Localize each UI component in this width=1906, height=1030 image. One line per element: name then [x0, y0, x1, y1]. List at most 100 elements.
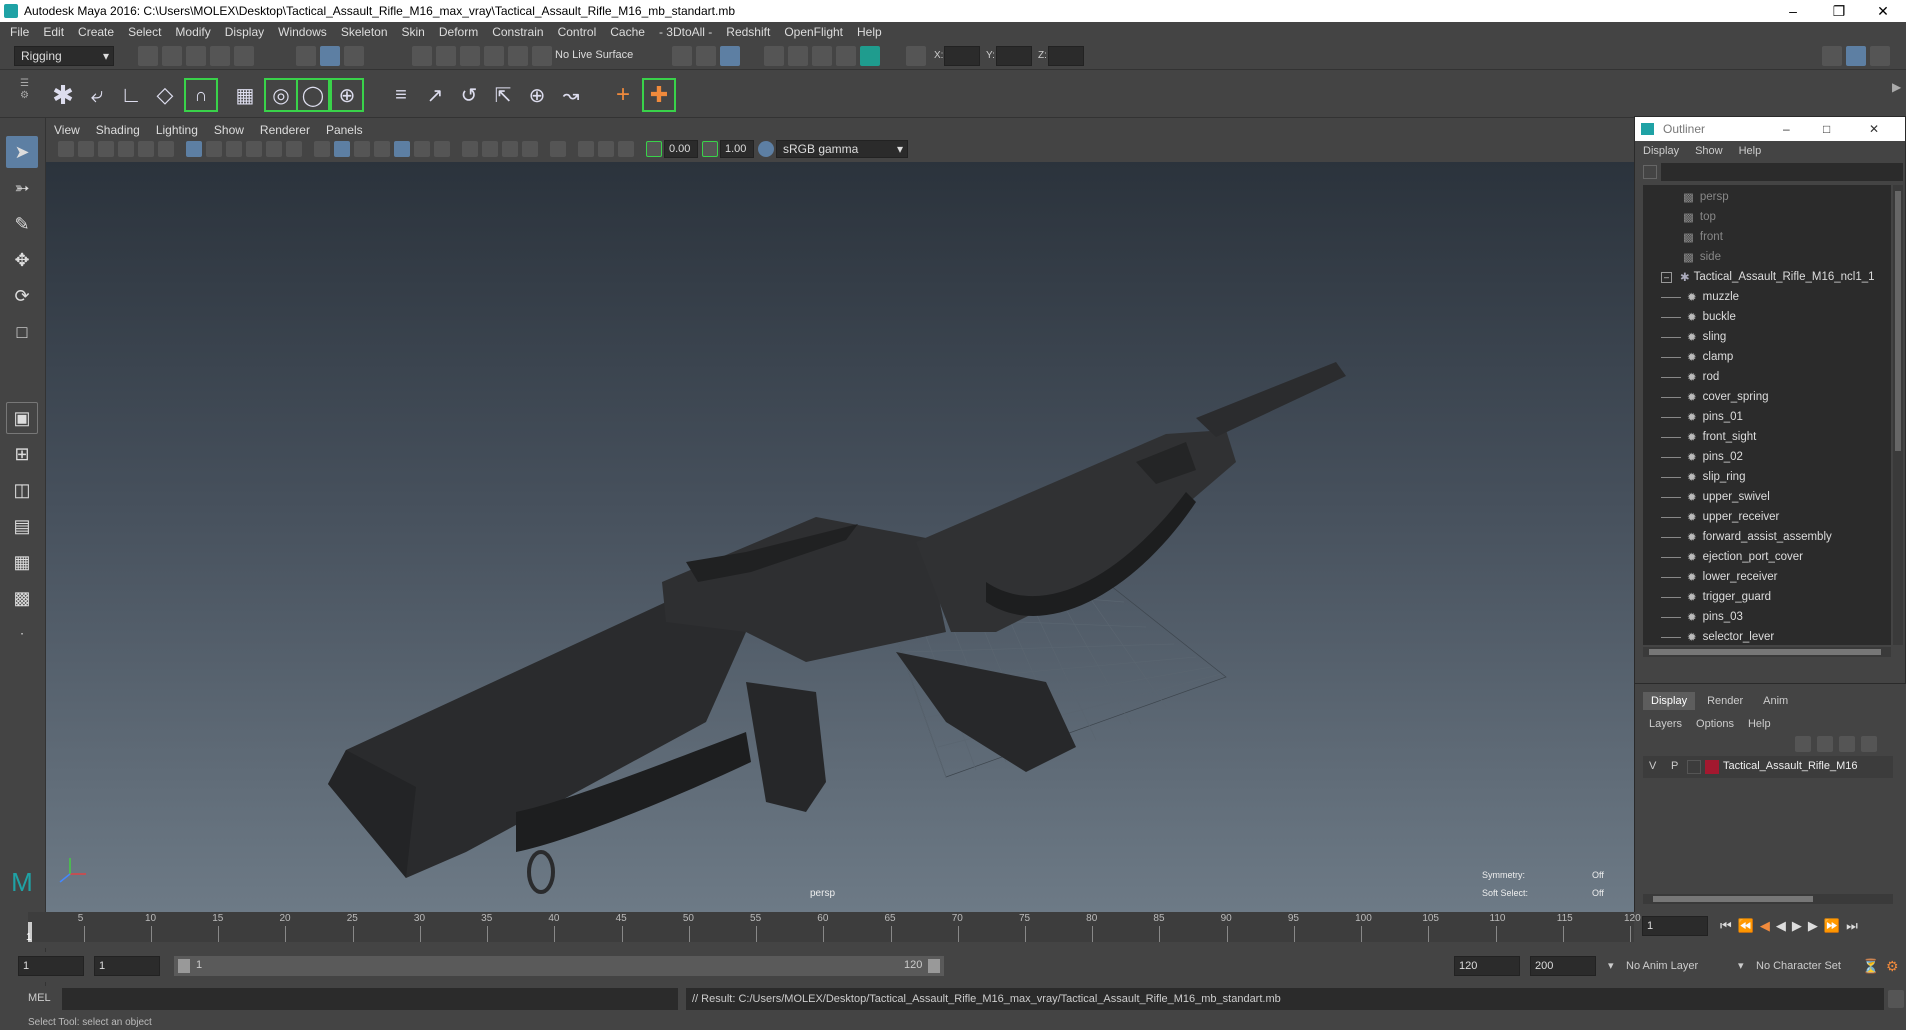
layer-menu-layers[interactable]: Layers — [1649, 718, 1682, 730]
play-backward-icon[interactable]: ◀ — [1776, 918, 1786, 934]
step-back-key-icon[interactable]: ⏪ — [1738, 918, 1754, 934]
menu-constrain[interactable]: Constrain — [492, 25, 543, 39]
pole-vector-icon[interactable]: ↝ — [554, 78, 588, 112]
outliner-item-upper-swivel[interactable]: ✹ upper_swivel — [1661, 487, 1906, 507]
select-hierarchy-icon[interactable] — [296, 46, 316, 66]
outliner-hscrollbar[interactable] — [1643, 647, 1891, 657]
menu-redshift[interactable]: Redshift — [726, 25, 770, 39]
menu-modify[interactable]: Modify — [175, 25, 210, 39]
outliner-item-rod[interactable]: ✹ rod — [1661, 367, 1906, 387]
hypershade-icon[interactable] — [860, 46, 880, 66]
menu-edit[interactable]: Edit — [43, 25, 64, 39]
select-component-icon[interactable] — [344, 46, 364, 66]
outliner-menu-help[interactable]: Help — [1739, 145, 1762, 157]
menu-openflight[interactable]: OpenFlight — [784, 25, 843, 39]
minimize-button[interactable]: – — [1783, 117, 1790, 141]
close-button[interactable]: ✕ — [1869, 117, 1879, 141]
sculpt-deformer-icon[interactable]: ⊕ — [330, 78, 364, 112]
render-settings-icon[interactable] — [836, 46, 856, 66]
step-forward-frame-icon[interactable]: ▶ — [1808, 918, 1818, 934]
persp-outliner-icon[interactable]: ▤ — [6, 510, 38, 542]
snap-view-icon[interactable] — [484, 46, 504, 66]
smooth-shade-icon[interactable] — [334, 141, 350, 157]
layer-name[interactable]: Tactical_Assault_Rifle_M16 — [1723, 760, 1858, 772]
snap-point-icon[interactable] — [460, 46, 480, 66]
locator-icon[interactable]: + — [606, 78, 640, 112]
safe-action-icon[interactable] — [286, 141, 302, 157]
blend-shape-icon[interactable]: ◯ — [296, 78, 330, 112]
mode-dropdown[interactable]: Rigging ▾ — [14, 46, 114, 66]
x-field[interactable] — [944, 46, 980, 66]
x-ray-joints-icon[interactable] — [618, 141, 634, 157]
snap-curve-icon[interactable] — [436, 46, 456, 66]
shelf-scroll-icon[interactable]: ▶ — [1892, 80, 1901, 110]
panel-menu-show[interactable]: Show — [214, 123, 244, 137]
go-to-end-icon[interactable]: ⏭ — [1846, 918, 1858, 934]
move-layer-down-icon[interactable] — [1817, 736, 1833, 752]
live-icon[interactable] — [532, 46, 552, 66]
close-button[interactable]: ✕ — [1860, 0, 1906, 22]
auto-key-icon[interactable]: ⏳ — [1862, 958, 1879, 975]
move-tool-icon[interactable]: ✥ — [6, 244, 38, 276]
outliner-item-clamp[interactable]: ✹ clamp — [1661, 347, 1906, 367]
layer-reference-toggle[interactable] — [1687, 760, 1701, 774]
outliner-item-sling[interactable]: ✹ sling — [1661, 327, 1906, 347]
transform-field-icon[interactable] — [906, 46, 926, 66]
exposure-icon[interactable] — [646, 141, 662, 157]
outliner-item-cover-spring[interactable]: ✹ cover_spring — [1661, 387, 1906, 407]
orient-constraint-icon[interactable]: ↺ — [452, 78, 486, 112]
joint-tool-icon[interactable]: ✱ — [46, 78, 80, 112]
outliner-item-persp[interactable]: ▩ persp — [1683, 187, 1906, 207]
field-chart-icon[interactable] — [266, 141, 282, 157]
outliner-item-pins-01[interactable]: ✹ pins_01 — [1661, 407, 1906, 427]
four-view-icon[interactable]: ⊞ — [6, 438, 38, 470]
outliner-item-pins-02[interactable]: ✹ pins_02 — [1661, 447, 1906, 467]
toolbox-more-icon[interactable]: ⋅ — [6, 618, 38, 650]
menu-select[interactable]: Select — [128, 25, 161, 39]
outliner-menu-display[interactable]: Display — [1643, 145, 1679, 157]
panel-menu-renderer[interactable]: Renderer — [260, 123, 310, 137]
outliner-item-pins-03[interactable]: ✹ pins_03 — [1661, 607, 1906, 627]
color-space-dropdown[interactable]: sRGB gamma ▾ — [776, 140, 908, 158]
shadows-icon[interactable] — [434, 141, 450, 157]
snap-surface-icon[interactable] — [508, 46, 528, 66]
wireframe-on-shaded-icon[interactable] — [374, 141, 390, 157]
two-d-pan-icon[interactable] — [138, 141, 154, 157]
menu-display[interactable]: Display — [225, 25, 264, 39]
collapse-icon[interactable]: – — [1661, 271, 1672, 283]
anim-prefs-icon[interactable]: ⚙ — [1886, 958, 1899, 975]
side-by-side-icon[interactable]: ◫ — [6, 474, 38, 506]
undo-icon[interactable] — [210, 46, 230, 66]
menu-skin[interactable]: Skin — [402, 25, 425, 39]
scale-constraint-icon[interactable]: ⇱ — [486, 78, 520, 112]
aim-constraint-icon[interactable]: ↗ — [418, 78, 452, 112]
cluster-icon[interactable]: ∩ — [184, 78, 218, 112]
wrap-icon[interactable]: ◎ — [264, 78, 298, 112]
time-ruler[interactable]: 5 10 15 20 25 30 35 40 45 50 55 60 65 70 75 80 85 90 95 100… — [28, 912, 1641, 942]
use-default-material-icon[interactable] — [354, 141, 370, 157]
parent-constraint-icon[interactable]: ⊕ — [520, 78, 554, 112]
new-layer-selected-icon[interactable] — [1861, 736, 1877, 752]
open-scene-icon[interactable] — [162, 46, 182, 66]
outliner-item-front[interactable]: ▩ front — [1683, 227, 1906, 247]
lattice-icon[interactable]: ▦ — [228, 78, 262, 112]
menu-windows[interactable]: Windows — [278, 25, 327, 39]
character-set-dropdown[interactable]: No Character Set ▾ — [1734, 956, 1854, 976]
modeling-toolkit-icon[interactable] — [1822, 46, 1842, 66]
outliner-item-slip-ring[interactable]: ✹ slip_ring — [1661, 467, 1906, 487]
menu-control[interactable]: Control — [558, 25, 597, 39]
outliner-item-front-sight[interactable]: ✹ front_sight — [1661, 427, 1906, 447]
panel-menu-lighting[interactable]: Lighting — [156, 123, 198, 137]
menu-deform[interactable]: Deform — [439, 25, 478, 39]
panel-menu-panels[interactable]: Panels — [326, 123, 363, 137]
menu-3dtoall[interactable]: - 3DtoAll - — [659, 25, 712, 39]
rotate-tool-icon[interactable]: ⟳ — [6, 280, 38, 312]
single-view-icon[interactable]: ▣ — [6, 402, 38, 434]
outliner-search-input[interactable] — [1661, 163, 1903, 181]
outliner-item-trigger-guard[interactable]: ✹ trigger_guard — [1661, 587, 1906, 607]
layer-visibility-toggle[interactable]: V — [1649, 760, 1656, 772]
color-management-icon[interactable] — [758, 141, 774, 157]
film-gate-icon[interactable] — [206, 141, 222, 157]
anim-end-field[interactable]: 120 — [1454, 956, 1520, 976]
current-frame-field[interactable]: 1 — [1642, 916, 1708, 936]
